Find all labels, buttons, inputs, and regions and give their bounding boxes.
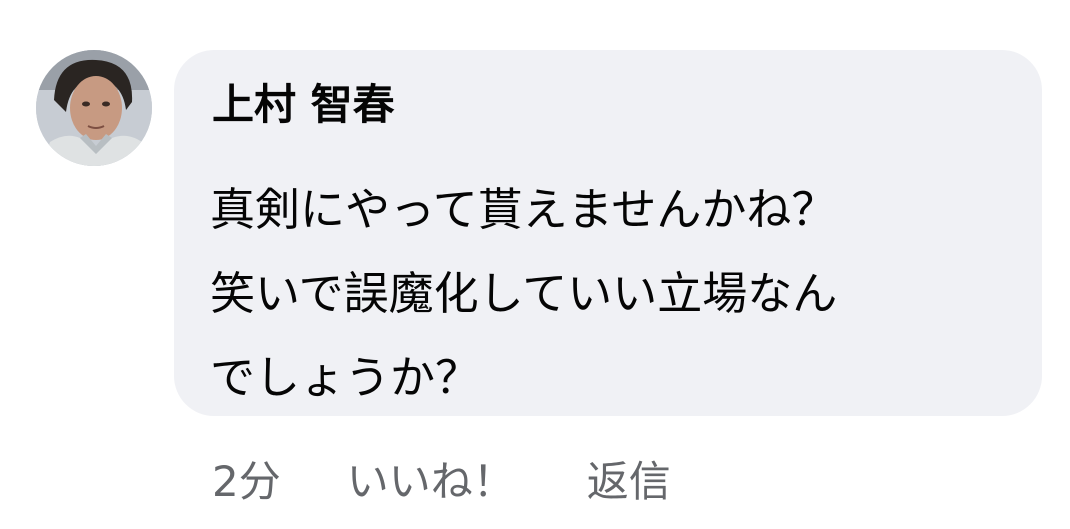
comment-text: 真剣にやって貰えませんかね？ 笑いで誤魔化していい立場なん でしょうか？ [210,168,1000,420]
avatar[interactable] [36,50,152,166]
like-button[interactable]: いいね！ [347,448,515,509]
comment-timestamp[interactable]: 2分 [212,448,281,509]
comment: 上村 智春 真剣にやって貰えませんかね？ 笑いで誤魔化していい立場なん でしょう… [0,0,1070,529]
comment-author[interactable]: 上村 智春 [212,80,395,130]
profile-photo-icon [36,50,152,166]
comment-actions: 2分 いいね！ 返信 [212,450,671,506]
comment-text-line: でしょうか？ [210,351,481,404]
reply-button[interactable]: 返信 [587,448,671,509]
comment-bubble: 上村 智春 真剣にやって貰えませんかね？ 笑いで誤魔化していい立場なん でしょう… [174,50,1042,416]
comment-text-line: 真剣にやって貰えませんかね？ [210,183,837,236]
comment-text-line: 笑いで誤魔化していい立場なん [210,267,838,320]
